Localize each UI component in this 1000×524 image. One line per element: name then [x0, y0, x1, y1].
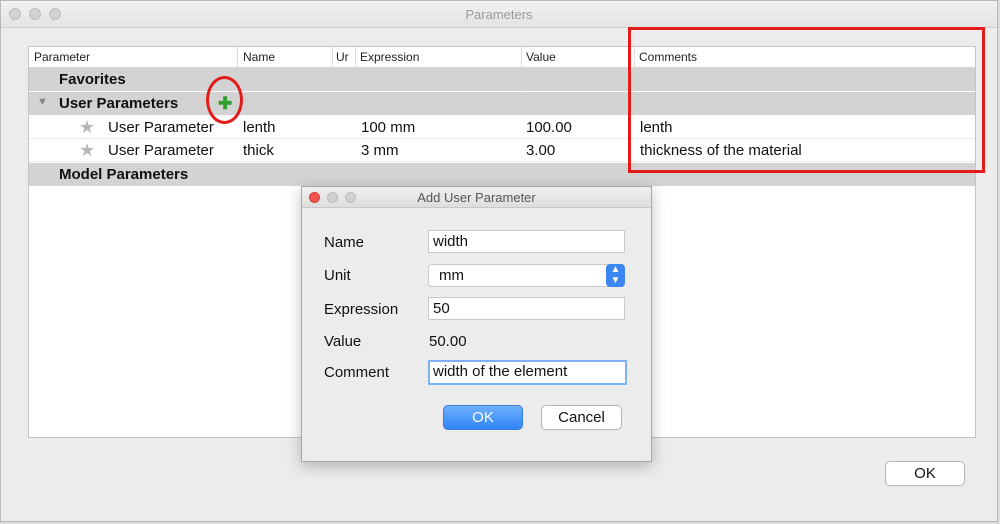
cell-name[interactable]: lenth — [243, 119, 276, 136]
star-icon[interactable]: ★ — [79, 141, 97, 159]
name-label: Name — [324, 234, 365, 251]
value-label: Value — [324, 333, 362, 350]
cell-value: 100.00 — [526, 119, 572, 136]
comments-highlight-annotation — [628, 27, 985, 173]
name-field[interactable]: width — [428, 230, 625, 253]
column-header-expression[interactable]: Expression — [360, 50, 419, 64]
comment-label: Comment — [324, 364, 390, 381]
add-button-highlight-annotation — [206, 76, 243, 124]
ok-button[interactable]: OK — [885, 461, 965, 486]
unit-select[interactable]: mm ▲ ▼ — [428, 264, 625, 287]
cell-expression[interactable]: 3 mm — [361, 142, 399, 159]
star-icon[interactable]: ★ — [79, 118, 97, 136]
window-title: Parameters — [465, 7, 533, 22]
cell-value: 3.00 — [526, 142, 556, 159]
add-user-parameter-dialog: Add User Parameter Name width Unit mm ▲ ▼… — [301, 186, 652, 462]
cell-parameter: User Parameter — [108, 142, 214, 159]
group-label: User Parameters — [59, 95, 179, 112]
disclosure-triangle-icon[interactable]: ▼ — [37, 96, 48, 108]
window-titlebar: Parameters — [1, 1, 997, 28]
unit-label: Unit — [324, 267, 351, 284]
value-readout: 50.00 — [429, 333, 467, 350]
cell-parameter: User Parameter — [108, 119, 214, 136]
unit-select-value: mm — [439, 267, 464, 284]
column-header-parameter[interactable]: Parameter — [34, 50, 90, 64]
cell-expression[interactable]: 100 mm — [361, 119, 415, 136]
chevron-up-down-icon[interactable]: ▲ ▼ — [606, 264, 625, 287]
dialog-cancel-button[interactable]: Cancel — [541, 405, 622, 430]
column-header-name[interactable]: Name — [243, 50, 275, 64]
group-label: Favorites — [59, 71, 126, 88]
column-header-value[interactable]: Value — [526, 50, 556, 64]
expression-field[interactable]: 50 — [428, 297, 625, 320]
dialog-titlebar: Add User Parameter — [302, 187, 651, 208]
dialog-ok-button[interactable]: OK — [443, 405, 523, 430]
dialog-title: Add User Parameter — [417, 190, 536, 205]
column-header-unit[interactable]: Ur — [336, 50, 349, 64]
cell-name[interactable]: thick — [243, 142, 274, 159]
expression-label: Expression — [324, 301, 399, 318]
group-label: Model Parameters — [59, 166, 189, 183]
comment-field[interactable]: width of the element — [428, 360, 627, 385]
